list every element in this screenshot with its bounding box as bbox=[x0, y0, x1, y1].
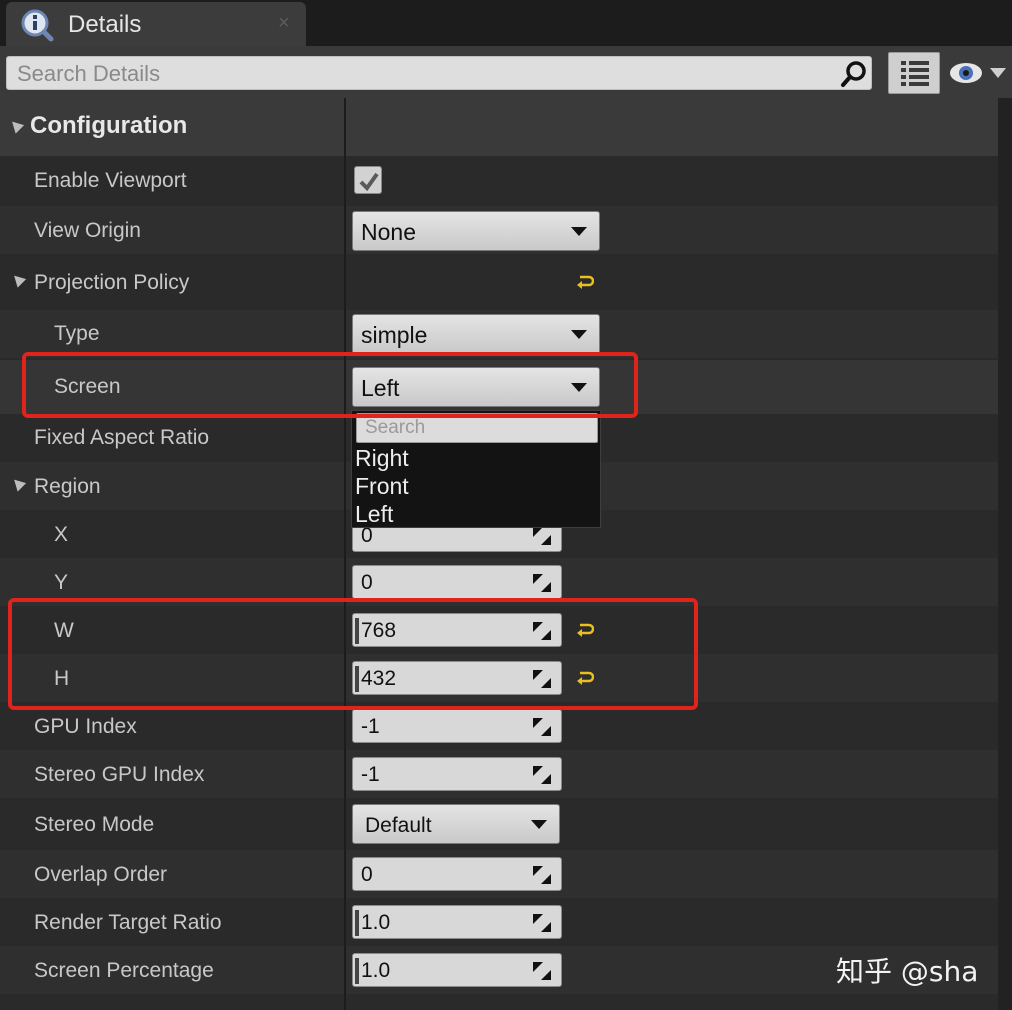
y-numeric-field[interactable]: 0 bbox=[352, 565, 562, 599]
drag-spinner-icon[interactable] bbox=[533, 527, 551, 545]
collapse-arrow-icon[interactable] bbox=[9, 271, 27, 288]
collapse-arrow-icon[interactable] bbox=[9, 475, 27, 492]
property-label: GPU Index bbox=[34, 715, 137, 738]
type-combo[interactable]: simple bbox=[352, 314, 600, 354]
numeric-value: 1.0 bbox=[361, 911, 391, 934]
screen-percentage-field[interactable]: 1.0 bbox=[352, 953, 562, 987]
search-box bbox=[6, 56, 872, 90]
property-row: Overlap Order 0 bbox=[0, 850, 998, 898]
checkmark-icon bbox=[359, 172, 379, 192]
drag-spinner-icon[interactable] bbox=[533, 962, 551, 980]
search-input[interactable] bbox=[17, 60, 817, 88]
dropdown-option-front[interactable]: Front bbox=[355, 473, 409, 500]
enable-viewport-checkbox[interactable] bbox=[354, 166, 382, 194]
slider-fill bbox=[355, 910, 359, 936]
property-label: Enable Viewport bbox=[34, 169, 187, 192]
details-tab[interactable]: Details × bbox=[6, 2, 306, 46]
property-label: Stereo GPU Index bbox=[34, 763, 205, 786]
collapse-arrow-icon[interactable] bbox=[7, 117, 25, 134]
tab-bar: Details × bbox=[0, 0, 1012, 46]
property-label: X bbox=[54, 523, 69, 546]
stereo-gpu-index-field[interactable]: -1 bbox=[352, 757, 562, 791]
property-row: Type simple bbox=[0, 310, 998, 358]
property-row: Projection Policy bbox=[0, 258, 998, 306]
property-label: Y bbox=[54, 571, 69, 594]
view-options-button[interactable] bbox=[888, 52, 940, 94]
numeric-value: 0 bbox=[361, 571, 373, 594]
view-origin-combo[interactable]: None bbox=[352, 211, 600, 251]
watermark: 知乎 @sha bbox=[836, 955, 979, 988]
search-icon[interactable] bbox=[839, 59, 869, 89]
property-row: Stereo Mode Default bbox=[0, 800, 998, 848]
property-label: Type bbox=[54, 322, 100, 345]
chevron-down-icon bbox=[571, 227, 587, 236]
drag-spinner-icon[interactable] bbox=[533, 766, 551, 784]
scrollbar[interactable] bbox=[998, 98, 1012, 1010]
numeric-value: -1 bbox=[361, 763, 380, 786]
property-row: Render Target Ratio 1.0 bbox=[0, 898, 998, 946]
dropdown-search-input[interactable] bbox=[365, 416, 585, 440]
search-row bbox=[0, 46, 1012, 98]
drag-spinner-icon[interactable] bbox=[533, 718, 551, 736]
reset-to-default-icon[interactable] bbox=[576, 274, 594, 290]
overlap-order-field[interactable]: 0 bbox=[352, 857, 562, 891]
chevron-down-icon bbox=[571, 330, 587, 339]
property-row: Enable Viewport bbox=[0, 156, 998, 204]
dropdown-option-left[interactable]: Left bbox=[355, 501, 393, 528]
property-label: View Origin bbox=[34, 219, 141, 242]
property-label: Projection Policy bbox=[34, 271, 190, 294]
property-label: Screen Percentage bbox=[34, 959, 214, 982]
property-label: Overlap Order bbox=[34, 863, 168, 886]
list-view-icon bbox=[901, 61, 929, 86]
combo-value: Default bbox=[365, 814, 432, 837]
property-label: Fixed Aspect Ratio bbox=[34, 426, 210, 449]
stereo-mode-combo[interactable]: Default bbox=[352, 804, 560, 844]
property-label: Render Target Ratio bbox=[34, 911, 222, 934]
property-label: Stereo Mode bbox=[34, 813, 155, 836]
gpu-index-field[interactable]: -1 bbox=[352, 709, 562, 743]
dropdown-option-right[interactable]: Right bbox=[355, 445, 409, 472]
property-label: Region bbox=[34, 475, 101, 498]
details-info-icon bbox=[21, 9, 54, 42]
close-icon[interactable]: × bbox=[278, 12, 290, 35]
category-configuration[interactable]: Configuration bbox=[0, 98, 998, 156]
annotation-highlight-screen bbox=[22, 352, 638, 418]
annotation-highlight-size bbox=[8, 598, 698, 710]
screen-dropdown-menu: Right Front Left bbox=[351, 410, 601, 528]
combo-value: simple bbox=[361, 322, 428, 348]
slider-fill bbox=[355, 958, 359, 984]
numeric-value: 1.0 bbox=[361, 959, 391, 982]
property-row: Stereo GPU Index -1 bbox=[0, 750, 998, 798]
render-target-ratio-field[interactable]: 1.0 bbox=[352, 905, 562, 939]
eye-icon[interactable] bbox=[948, 58, 1008, 88]
column-splitter[interactable] bbox=[344, 98, 346, 1010]
category-title: Configuration bbox=[30, 112, 188, 139]
tab-title: Details bbox=[68, 11, 142, 38]
chevron-down-icon bbox=[531, 820, 547, 829]
combo-value: None bbox=[361, 219, 416, 245]
drag-spinner-icon[interactable] bbox=[533, 914, 551, 932]
numeric-value: -1 bbox=[361, 715, 380, 738]
numeric-value: 0 bbox=[361, 863, 373, 886]
property-row: View Origin None bbox=[0, 206, 998, 254]
drag-spinner-icon[interactable] bbox=[533, 866, 551, 884]
drag-spinner-icon[interactable] bbox=[533, 574, 551, 592]
